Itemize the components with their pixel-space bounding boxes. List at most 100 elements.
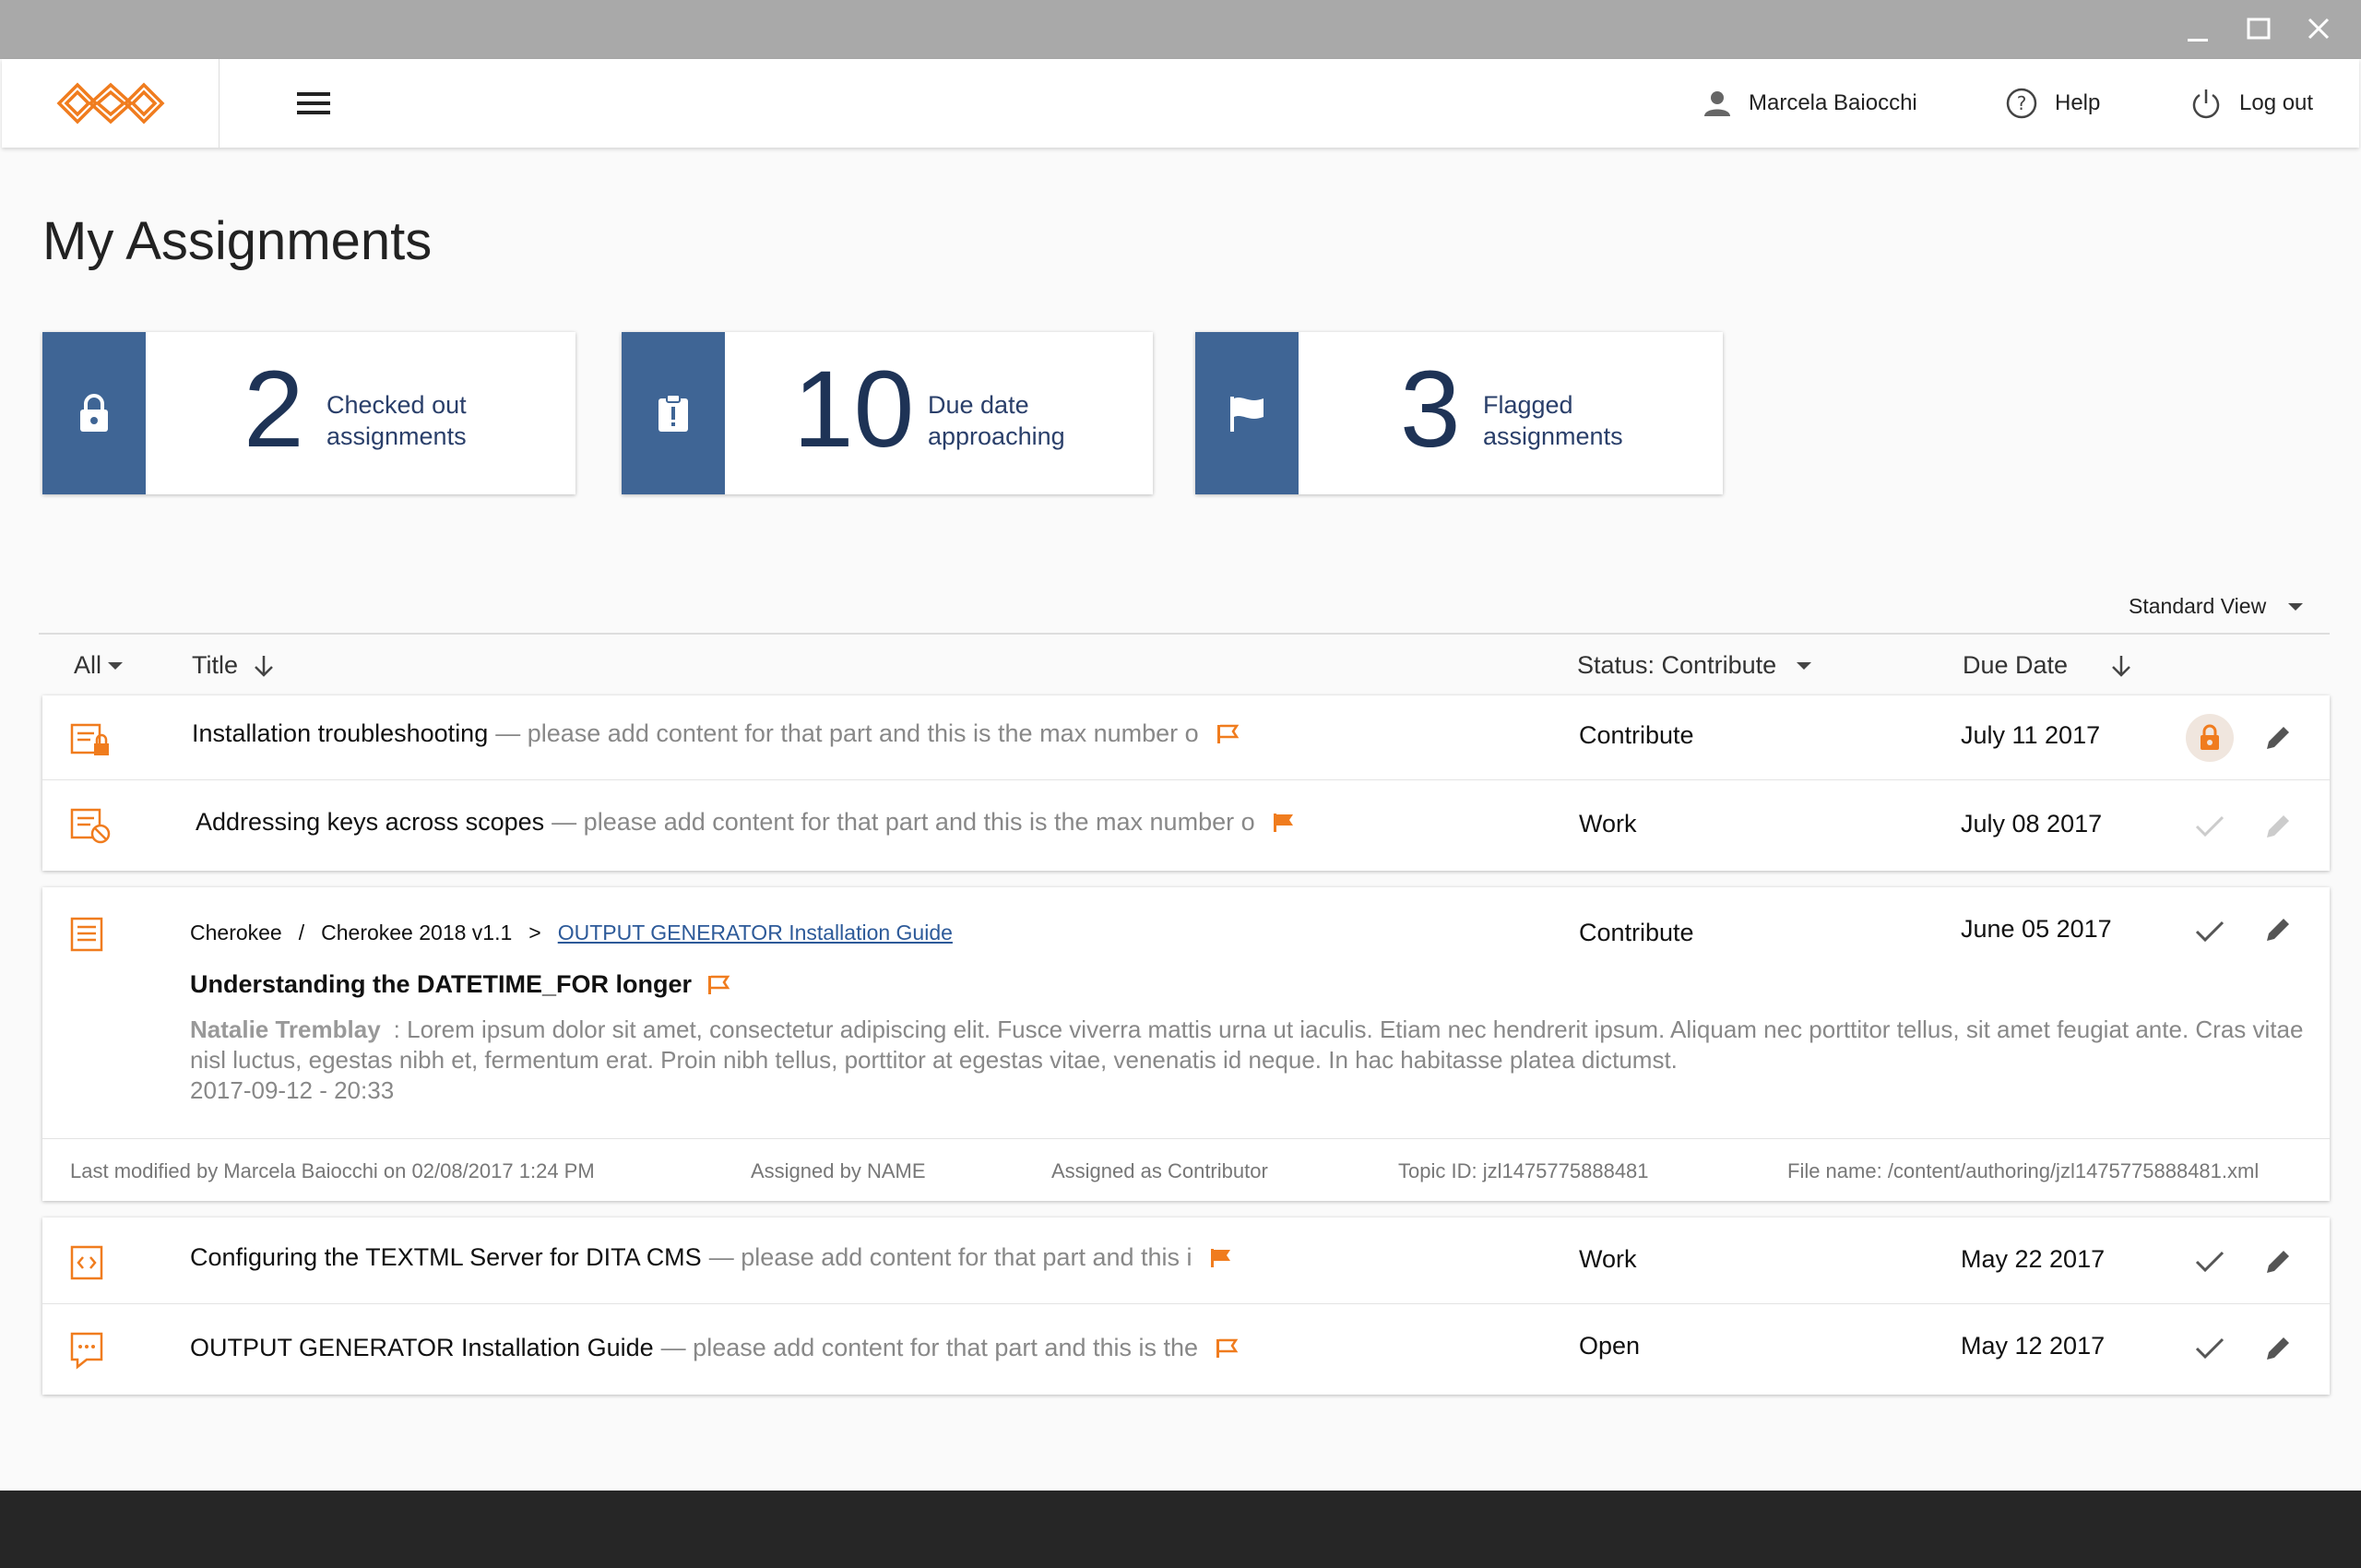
row-due-date: May 12 2017 [1961,1332,2106,1360]
caret-down-icon [1797,661,1812,670]
row-title[interactable]: Configuring the TEXTML Server for DITA C… [190,1243,1233,1272]
row-title-text: OUTPUT GENERATOR Installation Guide [190,1334,654,1361]
caret-down-icon [2288,602,2304,611]
checkmark-icon [2195,815,2225,837]
comment-text: : Lorem ipsum dolor sit amet, consectetu… [190,1016,2304,1074]
breadcrumb-item[interactable]: Cherokee 2018 v1.1 [321,921,512,945]
expanded-title[interactable]: Understanding the DATETIME_FOR longer [190,970,730,999]
row-status: Contribute [1579,919,1694,946]
pencil-icon [2267,1251,2289,1273]
filter-all-dropdown[interactable]: All [74,651,124,680]
logout-link[interactable]: Log out [2189,59,2313,148]
maximize-icon[interactable] [2239,13,2276,46]
status-filter-dropdown[interactable]: Status: Contribute [1577,651,1813,680]
row-description: — please add content for that part and t… [660,1334,1199,1361]
caret-down-icon [108,661,124,670]
row-status: Work [1579,810,1637,837]
complete-button[interactable] [2186,908,2234,956]
checked-out-lock-button[interactable] [2186,714,2234,762]
logout-label: Log out [2239,90,2314,115]
flag-filled-icon[interactable] [1272,812,1296,834]
row-title-text: Addressing keys across scopes [196,808,545,836]
list-item[interactable]: Installation troubleshooting — please ad… [42,695,2330,780]
sort-title-header[interactable]: Title [192,651,277,680]
arrow-down-icon [255,655,273,677]
user-menu[interactable]: Marcela Baiocchi [1703,59,1917,148]
row-status: Open [1579,1332,1641,1360]
complete-button-disabled[interactable] [2186,802,2234,850]
assignment-list-top: Installation troubleshooting — please ad… [42,695,2330,871]
row-title[interactable]: OUTPUT GENERATOR Installation Guide — pl… [190,1334,1239,1362]
pencil-icon [2267,919,2289,941]
checked-out-card[interactable]: 2 Checked out assignments [42,332,575,494]
edit-button[interactable] [2254,1238,2302,1286]
window-titlebar [0,0,2361,59]
due-date-label-line2: approaching [928,422,1065,450]
expanded-assignment[interactable]: Cherokee / Cherokee 2018 v1.1 > OUTPUT G… [42,887,2330,1201]
flagged-label: Flagged assignments [1483,389,1686,452]
row-due-date: June 05 2017 [1961,915,2112,943]
last-modified: Last modified by Marcela Baiocchi on 02/… [70,1159,595,1182]
flag-outline-icon[interactable] [1216,723,1240,745]
document-blocked-icon [70,808,113,849]
hamburger-menu-icon[interactable] [295,87,332,120]
edit-button[interactable] [2254,1324,2302,1372]
code-document-icon [70,1245,103,1285]
comment-date: 2017-09-12 - 20:33 [190,1076,395,1104]
edit-button-disabled[interactable] [2254,802,2302,850]
help-label: Help [2055,90,2101,115]
assignment-metadata: Last modified by Marcela Baiocchi on 02/… [42,1138,2330,1201]
close-icon[interactable] [2300,13,2337,46]
row-title[interactable]: Addressing keys across scopes — please a… [196,808,1296,837]
list-item[interactable]: OUTPUT GENERATOR Installation Guide — pl… [42,1304,2330,1395]
flag-outline-icon[interactable] [706,974,730,996]
lock-icon [2201,724,2219,750]
edit-button[interactable] [2254,714,2302,762]
row-title[interactable]: Installation troubleshooting — please ad… [192,719,1240,748]
flagged-count: 3 [1400,349,1461,470]
view-select[interactable]: Standard View [2129,594,2305,619]
edit-button[interactable] [2254,906,2302,954]
flag-filled-icon[interactable] [1209,1247,1233,1269]
due-date-card[interactable]: 10 Due date approaching [622,332,1153,494]
complete-button[interactable] [2186,1324,2234,1372]
flagged-card[interactable]: 3 Flagged assignments [1195,332,1723,494]
breadcrumb-item[interactable]: Cherokee [190,921,282,945]
topic-id: Topic ID: jzl1475775888481 [1398,1159,1649,1182]
lock-icon [42,332,146,494]
flagged-label-line2: assignments [1483,422,1623,450]
user-name: Marcela Baiocchi [1749,90,1917,115]
sort-due-date-header[interactable]: Due Date [1963,651,2134,680]
file-name: File name: /content/authoring/jzl1475775… [1787,1159,2260,1182]
divider [39,633,2330,635]
logo[interactable] [2,59,219,148]
row-title-text: Installation troubleshooting [192,719,489,747]
pencil-icon [2267,1337,2289,1360]
row-due-date: May 22 2017 [1961,1245,2106,1273]
comment-icon [70,1332,105,1375]
checkmark-icon [2195,921,2225,943]
row-description: — please add content for that part and t… [552,808,1255,836]
breadcrumb-separator: > [528,921,541,944]
assignment-list-bottom: Configuring the TEXTML Server for DITA C… [42,1218,2330,1395]
minimize-icon[interactable] [2178,13,2215,46]
flag-outline-icon[interactable] [1215,1337,1239,1360]
checked-out-label-line2: assignments [326,422,467,450]
assigned-by: Assigned by NAME [751,1159,926,1182]
page-title: My Assignments [42,211,433,271]
breadcrumb-link[interactable]: OUTPUT GENERATOR Installation Guide [558,921,953,945]
row-status: Contribute [1579,721,1694,749]
due-date-column-label: Due Date [1963,651,2069,679]
filter-all-label: All [74,651,102,679]
assigned-as: Assigned as Contributor [1051,1159,1268,1182]
pencil-icon [2267,815,2289,837]
list-item[interactable]: Addressing keys across scopes — please a… [42,780,2330,871]
status-column-label: Status: Contribute [1577,651,1777,679]
document-lock-icon [70,723,113,763]
complete-button[interactable] [2186,1238,2234,1286]
row-due-date: July 08 2017 [1961,810,2103,837]
row-status: Work [1579,1245,1637,1273]
list-item[interactable]: Configuring the TEXTML Server for DITA C… [42,1218,2330,1304]
svg-text:?: ? [2017,92,2027,114]
help-link[interactable]: ? Help [2005,59,2100,148]
